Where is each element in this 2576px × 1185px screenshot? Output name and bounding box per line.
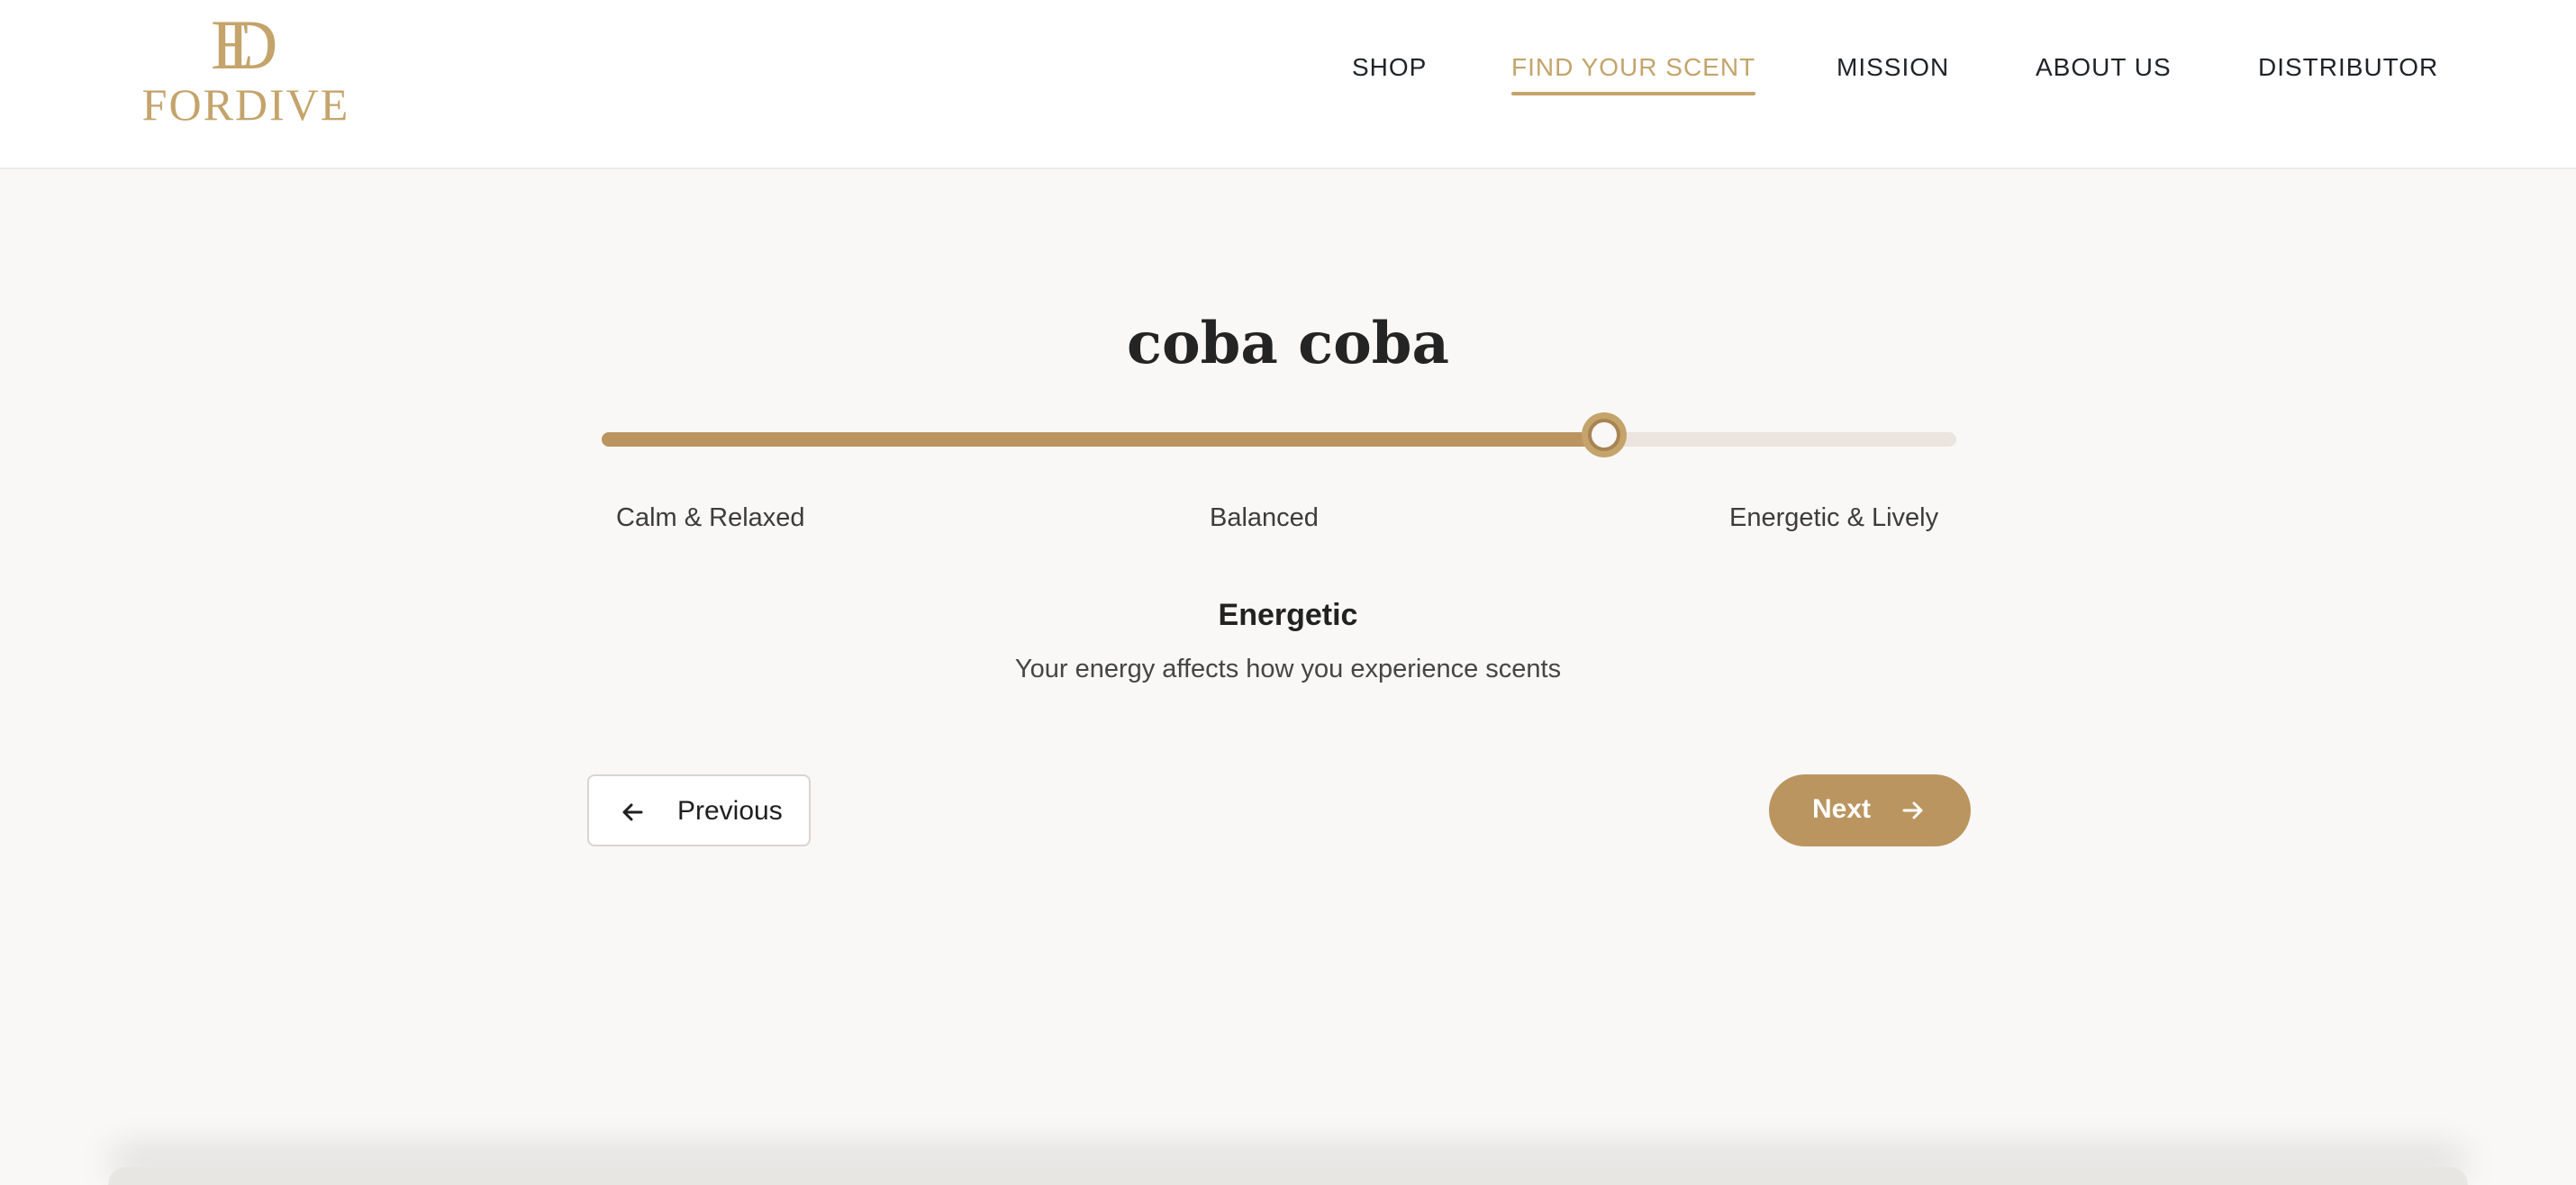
energy-level-description: Your energy affects how you experience s… bbox=[1014, 655, 1562, 683]
nav-item-about-us[interactable]: ABOUT US bbox=[2036, 52, 2172, 83]
slider-label-min: Calm & Relaxed bbox=[616, 503, 805, 532]
arrow-left-icon bbox=[622, 803, 643, 821]
site-header: ED FORDIVE SHOP FIND YOUR SCENT MISSION … bbox=[0, 0, 2576, 169]
slider-handle-ring bbox=[1587, 419, 1620, 451]
nav-item-mission[interactable]: MISSION bbox=[1837, 52, 1949, 83]
next-button-label: Next bbox=[1812, 794, 1872, 824]
main-nav: SHOP FIND YOUR SCENT MISSION ABOUT US DI… bbox=[0, 52, 2576, 106]
slider-label-mid: Balanced bbox=[1210, 503, 1319, 532]
nav-item-distributor[interactable]: DISTRIBUTOR bbox=[2258, 52, 2438, 83]
energy-slider-handle[interactable] bbox=[1581, 412, 1627, 457]
slider-label-max: Energetic & Lively bbox=[1729, 503, 1939, 532]
nav-item-find-your-scent[interactable]: FIND YOUR SCENT bbox=[1511, 52, 1756, 95]
quiz-title: coba coba bbox=[1126, 310, 1450, 377]
arrow-right-icon bbox=[1902, 801, 1923, 819]
nav-item-shop[interactable]: SHOP bbox=[1352, 52, 1427, 83]
bottom-panel-edge bbox=[108, 1167, 2468, 1185]
energy-slider-track[interactable] bbox=[602, 412, 1956, 457]
previous-button[interactable]: Previous bbox=[587, 774, 811, 846]
energy-level-title: Energetic bbox=[1218, 598, 1358, 632]
energy-slider-fill bbox=[602, 432, 1604, 447]
next-button[interactable]: Next bbox=[1769, 774, 1971, 846]
previous-button-label: Previous bbox=[677, 796, 783, 826]
